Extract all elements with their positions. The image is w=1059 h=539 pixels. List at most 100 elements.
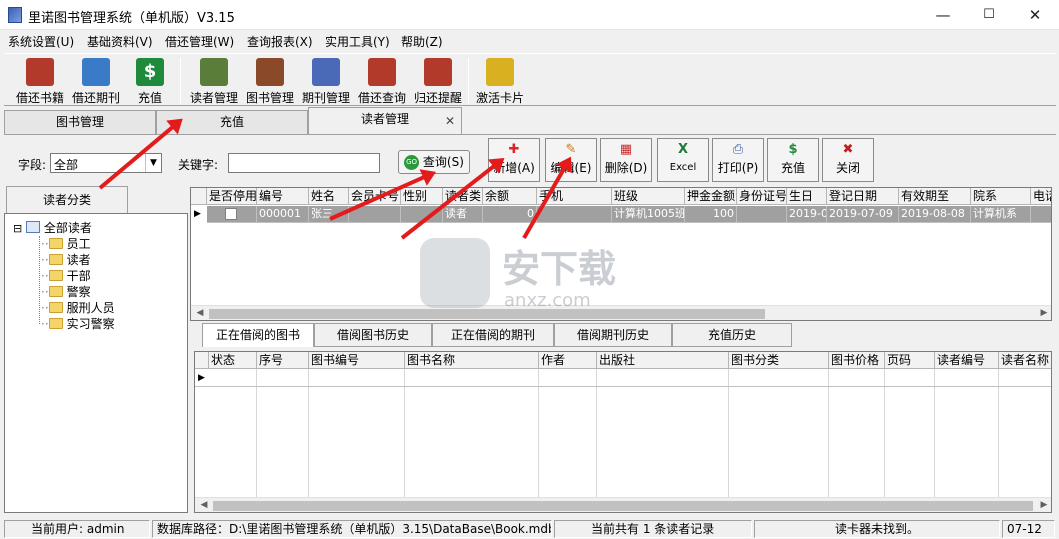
toolbar-lending-query-button[interactable]: 借还查询 [354, 56, 410, 106]
column-header[interactable]: 院系 [971, 188, 1031, 205]
scrollbar-thumb[interactable] [213, 501, 1033, 511]
column-header[interactable]: 作者 [539, 352, 597, 369]
column-header[interactable]: 图书价格 [829, 352, 885, 369]
collapse-toggle-icon[interactable]: ⊟ [13, 222, 22, 235]
tab-current-magazine-loans[interactable]: 正在借阅的期刊 [432, 323, 554, 347]
recharge-button[interactable]: $ 充值 [767, 138, 819, 182]
tree-line [39, 236, 40, 324]
toolbar-activate-card-button[interactable]: 激活卡片 [472, 56, 528, 106]
table-cell[interactable] [1031, 206, 1051, 223]
column-header[interactable]: 姓名 [309, 188, 349, 205]
scroll-right-icon[interactable]: ▶ [1037, 306, 1051, 320]
scroll-left-icon[interactable]: ◀ [197, 498, 211, 512]
column-header[interactable]: 电话 [1031, 188, 1051, 205]
column-header[interactable]: 出版社 [597, 352, 729, 369]
field-select-value: 全部 [54, 158, 79, 172]
table-cell[interactable]: 100 [685, 206, 737, 223]
tab-book-loan-history[interactable]: 借阅图书历史 [314, 323, 432, 347]
sidebar-tab-reader-categories[interactable]: 读者分类 [6, 186, 128, 214]
excel-button[interactable]: X Excel [657, 138, 709, 182]
folder-icon [48, 286, 63, 297]
toolbar-recharge-button[interactable]: $ 充值 [128, 56, 172, 106]
disabled-checkbox[interactable] [225, 208, 237, 220]
column-header[interactable]: 登记日期 [827, 188, 899, 205]
minimize-button[interactable]: — [920, 0, 966, 30]
tree-item-inmates[interactable]: ·· 服刑人员 [41, 300, 115, 316]
table-cell[interactable]: 0 [483, 206, 537, 223]
table-cell[interactable]: 2019-07-09 [827, 206, 899, 223]
table-cell[interactable] [537, 206, 612, 223]
tree-item-cadre[interactable]: ·· 干部 [41, 268, 91, 284]
column-header[interactable]: 班级 [612, 188, 685, 205]
menu-tools[interactable]: 实用工具(Y) [325, 33, 390, 50]
table-cell[interactable]: 计算机系 [971, 206, 1031, 223]
table-cell[interactable]: 2019-08-08 [899, 206, 971, 223]
column-header[interactable]: 图书分类 [729, 352, 829, 369]
toolbar-magazine-management-button[interactable]: 期刊管理 [298, 56, 354, 106]
loans-horizontal-scrollbar[interactable]: ◀ ▶ [195, 497, 1051, 512]
tab-book-management[interactable]: 图书管理 [4, 110, 156, 134]
column-header[interactable]: 序号 [257, 352, 309, 369]
column-header[interactable]: 有效期至 [899, 188, 971, 205]
column-header[interactable]: 图书编号 [309, 352, 405, 369]
column-header[interactable]: 读者名称 [999, 352, 1051, 369]
status-current-user: 当前用户: admin [4, 520, 150, 538]
toolbar-separator [468, 58, 469, 104]
table-cell[interactable]: 000001 [257, 206, 309, 223]
delete-icon: ▦ [619, 142, 633, 157]
tree-root-all-readers[interactable]: ⊟ 全部读者 [13, 220, 92, 236]
column-header[interactable]: 读者编号 [935, 352, 999, 369]
scroll-left-icon[interactable]: ◀ [193, 306, 207, 320]
document-tabs: 图书管理 充值 读者管理 ✕ [4, 107, 462, 134]
chevron-down-icon[interactable]: ▼ [145, 154, 161, 172]
status-card-reader: 读卡器未找到。 [754, 520, 1000, 538]
toolbar-reader-management-button[interactable]: 读者管理 [186, 56, 242, 106]
tree-item-police[interactable]: ·· 警察 [41, 284, 91, 300]
toolbar-lend-books-button[interactable]: 借还书籍 [12, 56, 68, 106]
tab-close-icon[interactable]: ✕ [445, 110, 455, 132]
table-cell[interactable] [737, 206, 787, 223]
column-header[interactable]: 页码 [885, 352, 935, 369]
column-header[interactable]: 性别 [401, 188, 443, 205]
tree-item-staff[interactable]: ·· 员工 [41, 236, 91, 252]
close-panel-button[interactable]: ✖ 关闭 [822, 138, 874, 182]
table-cell[interactable]: 2019-0 [787, 206, 827, 223]
close-window-button[interactable]: ✕ [1012, 0, 1058, 30]
keyword-input[interactable] [228, 153, 380, 173]
column-header[interactable]: 编号 [257, 188, 309, 205]
tab-current-book-loans[interactable]: 正在借阅的图书 [202, 323, 314, 347]
table-cell[interactable]: 读者 [443, 206, 483, 223]
menu-basic-data[interactable]: 基础资料(V) [87, 33, 153, 50]
watermark-subtitle: anxz.com [504, 290, 591, 311]
tab-label: 借阅图书历史 [336, 328, 409, 342]
tree-item-intern-police[interactable]: ·· 实习警察 [41, 316, 115, 332]
menu-system-settings[interactable]: 系统设置(U) [8, 33, 74, 50]
column-header[interactable]: 余额 [483, 188, 537, 205]
print-icon: ⎙ [732, 142, 744, 157]
menu-lending[interactable]: 借还管理(W) [165, 33, 234, 50]
menu-reports[interactable]: 查询报表(X) [247, 33, 313, 50]
toolbar-book-management-button[interactable]: 图书管理 [242, 56, 298, 106]
tab-reader-management[interactable]: 读者管理 ✕ [308, 107, 462, 134]
toolbar-return-reminder-button[interactable]: 归还提醒 [410, 56, 466, 106]
tab-magazine-loan-history[interactable]: 借阅期刊历史 [554, 323, 672, 347]
table-cell[interactable]: 计算机1005班 [612, 206, 685, 223]
column-header[interactable]: 生日 [787, 188, 827, 205]
print-button[interactable]: ⎙ 打印(P) [712, 138, 764, 182]
maximize-button[interactable]: ☐ [966, 0, 1012, 30]
column-header[interactable]: 身份证号 [737, 188, 787, 205]
column-header[interactable]: 图书名称 [405, 352, 539, 369]
toolbar-lend-magazines-button[interactable]: 借还期刊 [68, 56, 124, 106]
tree-root-icon [26, 221, 41, 233]
field-select[interactable]: 全部 ▼ [50, 153, 162, 173]
scroll-right-icon[interactable]: ▶ [1037, 498, 1051, 512]
menu-help[interactable]: 帮助(Z) [401, 33, 443, 50]
column-header[interactable]: 状态 [209, 352, 257, 369]
tab-recharge-history[interactable]: 充值历史 [672, 323, 792, 347]
column-header[interactable]: 押金金额 [685, 188, 737, 205]
delete-button[interactable]: ▦ 删除(D) [600, 138, 652, 182]
loans-table[interactable]: 状态 序号 图书编号 图书名称 作者 出版社 图书分类 图书价格 页码 读者编号 读者名称 ▶ ◀ … [194, 351, 1052, 513]
tree-item-reader[interactable]: ·· 读者 [41, 252, 91, 268]
column-header[interactable]: 是否停用 [207, 188, 257, 205]
books-icon [256, 58, 284, 86]
